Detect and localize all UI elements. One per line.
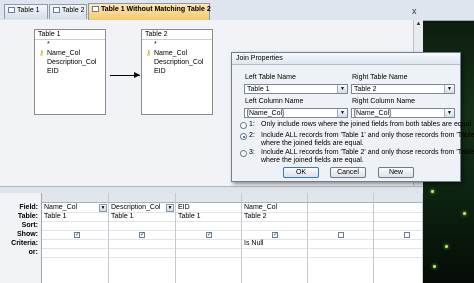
show-checkbox[interactable] (404, 232, 410, 238)
field-item[interactable]: Description_Col (35, 58, 105, 67)
table-box-table-2[interactable]: Table 2 * ⚷ Name_Col Description_Col EID (141, 29, 213, 115)
tab-label: Table 1 Without Matching Table 2 (101, 6, 211, 13)
tab-label: Table 2 (62, 7, 85, 14)
column-selector[interactable] (374, 193, 423, 203)
table-box-title[interactable]: Table 2 (142, 30, 212, 40)
left-table-select[interactable]: Table 1 ▼ (244, 84, 348, 94)
field-item[interactable]: EID (35, 67, 105, 76)
document-tab-bar: Table 1 Table 2 Table 1 Without Matching… (0, 0, 474, 21)
join-option-3-num: 3: (249, 149, 255, 156)
chevron-down-icon[interactable]: ▼ (337, 85, 347, 93)
row-label-show: Show: (17, 231, 38, 238)
grid-column[interactable]: EID Table 1 ✓ (176, 203, 242, 283)
tab-query-design[interactable]: Table 1 Without Matching Table 2 (88, 3, 211, 20)
chevron-down-icon[interactable]: ▼ (444, 85, 454, 93)
scroll-up-icon[interactable]: ▲ (414, 20, 423, 29)
tab-table-1[interactable]: Table 1 (4, 4, 48, 19)
table-cell[interactable]: Table 2 (244, 213, 267, 220)
right-column-label: Right Column Name (352, 98, 416, 105)
new-button[interactable]: New (378, 167, 414, 178)
close-icon[interactable]: x (412, 6, 417, 16)
field-cell[interactable]: EID (178, 204, 190, 211)
field-cell[interactable]: Name_Col (44, 204, 77, 211)
left-column-label: Left Column Name (245, 98, 304, 105)
show-checkbox[interactable]: ✓ (206, 232, 212, 238)
column-selector[interactable] (42, 193, 109, 203)
grid-column[interactable]: Description_Col ▼ Table 1 ✓ (109, 203, 176, 283)
cancel-button[interactable]: Cancel (330, 167, 366, 178)
join-option-1-radio[interactable] (240, 122, 247, 129)
field-cell[interactable]: Name_Col (244, 204, 277, 211)
key-icon: ⚷ (39, 50, 45, 57)
field-cell[interactable]: Description_Col (111, 204, 160, 211)
field-item[interactable]: EID (142, 67, 212, 76)
join-option-2-text-2: where the joined fields are equal. (261, 140, 364, 147)
column-selector[interactable] (308, 193, 374, 203)
join-option-3-radio[interactable] (240, 150, 247, 157)
table-icon (53, 7, 60, 13)
show-checkbox[interactable] (338, 232, 344, 238)
right-table-label: Right Table Name (352, 74, 408, 81)
right-table-select[interactable]: Table 2 ▼ (351, 84, 455, 94)
join-option-1-num: 1: (249, 121, 255, 128)
table-icon (8, 7, 15, 13)
show-checkbox[interactable]: ✓ (139, 232, 145, 238)
grid-row-headers: Field: Table: Sort: Show: Criteria: or: (0, 193, 42, 283)
tab-table-2[interactable]: Table 2 (49, 4, 87, 19)
dialog-title: Join Properties (232, 53, 460, 65)
query-design-grid: Field: Table: Sort: Show: Criteria: or: … (0, 193, 423, 283)
grid-column[interactable]: Name_Col Table 2 ✓ Is Null (242, 203, 308, 283)
tab-label: Table 1 (17, 7, 40, 14)
table-box-title[interactable]: Table 1 (35, 30, 105, 40)
field-item[interactable]: Description_Col (142, 58, 212, 67)
left-column-select[interactable]: [Name_Col] ▼ (244, 108, 348, 118)
grid-column[interactable]: Name_Col ▼ Table 1 ✓ (42, 203, 109, 283)
table-cell[interactable]: Table 1 (178, 213, 201, 220)
field-item[interactable]: * (142, 40, 212, 49)
grid-column[interactable] (374, 203, 423, 283)
row-label-sort: Sort: (21, 222, 38, 229)
query-icon (92, 6, 99, 12)
join-option-2-text: Include ALL records from 'Table 1' and o… (261, 132, 474, 139)
grid-column[interactable] (308, 203, 374, 283)
row-label-or: or: (28, 249, 38, 256)
join-option-2-num: 2: (249, 132, 255, 139)
join-arrow-icon (134, 72, 140, 78)
field-item-key[interactable]: ⚷ Name_Col (35, 49, 105, 58)
table-box-table-1[interactable]: Table 1 * ⚷ Name_Col Description_Col EID (34, 29, 106, 115)
column-selector[interactable] (242, 193, 308, 203)
join-option-2-radio[interactable] (240, 133, 247, 140)
row-label-criteria: Criteria: (11, 240, 38, 247)
join-option-1-text: Only include rows where the joined field… (261, 121, 474, 128)
left-table-label: Left Table Name (245, 74, 296, 81)
row-label-table: Table: (17, 213, 38, 220)
join-option-3-text-2: where the joined fields are equal. (261, 157, 364, 164)
row-label-field: Field: (19, 204, 38, 211)
show-checkbox[interactable]: ✓ (272, 232, 278, 238)
table-cell[interactable]: Table 1 (44, 213, 67, 220)
chevron-down-icon[interactable]: ▼ (337, 109, 347, 117)
right-column-select[interactable]: [Name_Col] ▼ (351, 108, 455, 118)
show-checkbox[interactable]: ✓ (74, 232, 80, 238)
criteria-cell[interactable]: Is Null (244, 240, 263, 247)
column-selector[interactable] (109, 193, 176, 203)
field-item[interactable]: * (35, 40, 105, 49)
join-option-3-text: Include ALL records from 'Table 2' and o… (261, 149, 474, 156)
join-properties-dialog: Join Properties Left Table Name Right Ta… (231, 52, 474, 182)
chevron-down-icon[interactable]: ▼ (99, 204, 107, 212)
field-item-key[interactable]: ⚷ Name_Col (142, 49, 212, 58)
chevron-down-icon[interactable]: ▼ (166, 204, 174, 212)
key-icon: ⚷ (146, 50, 152, 57)
table-cell[interactable]: Table 1 (111, 213, 134, 220)
column-selector[interactable] (176, 193, 242, 203)
chevron-down-icon[interactable]: ▼ (444, 109, 454, 117)
ok-button[interactable]: OK (283, 167, 319, 178)
